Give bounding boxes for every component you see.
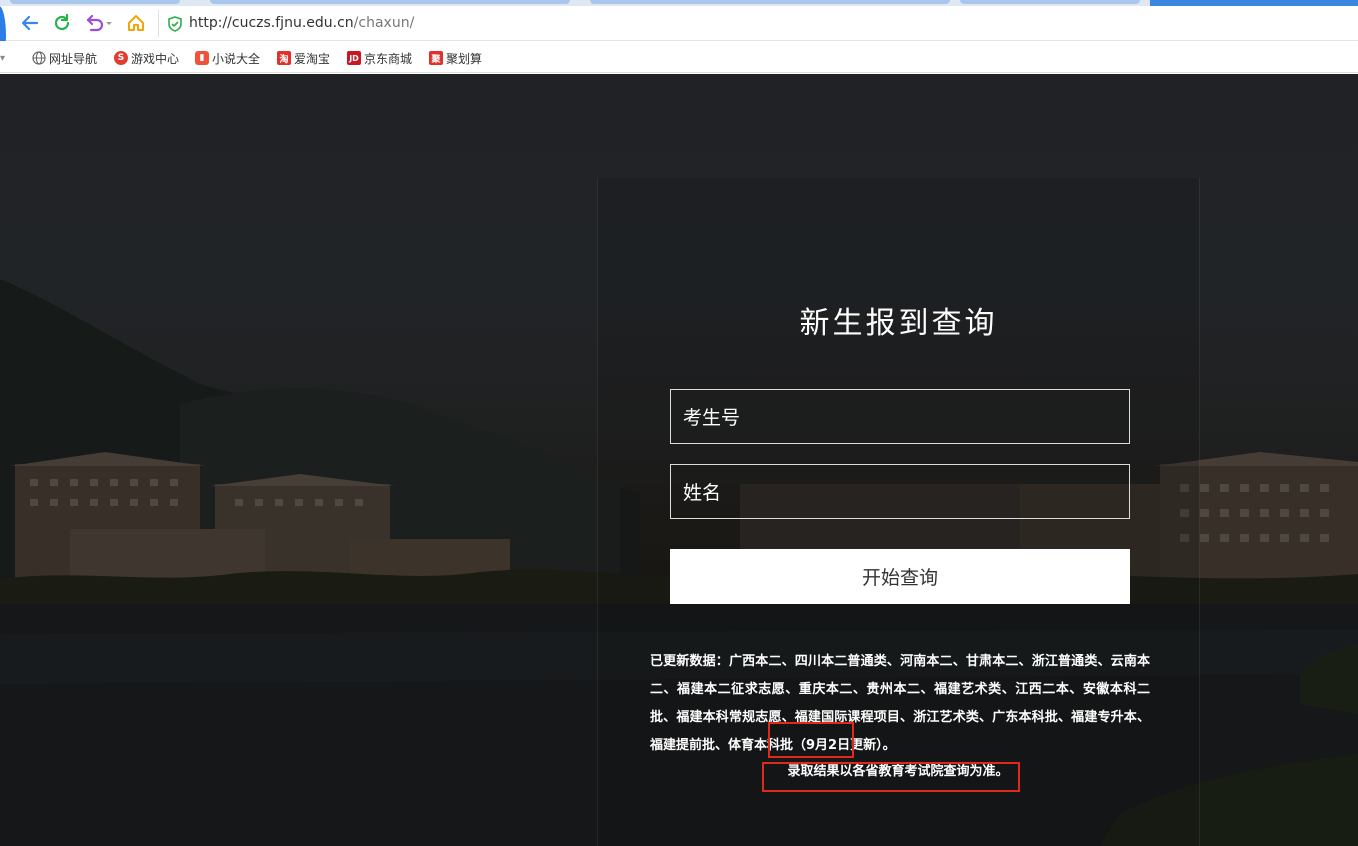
bookmark-label: 聚划算 bbox=[446, 51, 483, 66]
url-host: http://cuczs.fjnu.edu.cn bbox=[189, 15, 354, 31]
url-path: /chaxun/ bbox=[353, 15, 415, 31]
refresh-icon bbox=[54, 13, 70, 31]
annotation-box bbox=[762, 762, 1020, 792]
home-icon bbox=[128, 15, 144, 31]
address-bar[interactable]: http://cuczs.fjnu.edu.cn/chaxun/ bbox=[158, 10, 1358, 37]
start-query-button[interactable]: 开始查询 bbox=[670, 549, 1130, 604]
page-title: 新生报到查询 bbox=[799, 306, 998, 341]
home-button[interactable] bbox=[124, 11, 148, 35]
page-background: 新生报到查询 考生号 姓名 开始查询 已更新数据：广西本二、四川本二普通类、河南… bbox=[0, 74, 1358, 846]
browser-tab[interactable] bbox=[210, 0, 570, 4]
jd-icon: JD bbox=[347, 51, 361, 65]
bookmark-label: 游戏中心 bbox=[131, 51, 180, 66]
refresh-button[interactable] bbox=[50, 11, 74, 35]
bookmark-label: 网址导航 bbox=[49, 51, 98, 66]
browser-tab[interactable] bbox=[960, 0, 1140, 4]
back-button[interactable] bbox=[18, 11, 42, 35]
back-arrow-icon bbox=[21, 15, 39, 31]
name-input[interactable]: 姓名 bbox=[670, 464, 1130, 519]
bookmark-label: 小说大全 bbox=[212, 51, 261, 66]
bookmarks-bar: ▾ 网址导航 S 游戏中心 ▮ 小说大全 淘 爱淘宝 JD 京东商城 聚 聚划算 bbox=[0, 41, 1358, 73]
shield-icon bbox=[168, 16, 182, 32]
bookmark-item[interactable]: ▮ 小说大全 bbox=[195, 49, 260, 67]
bookmark-item[interactable]: JD 京东商城 bbox=[347, 49, 412, 67]
bookmark-item[interactable]: 淘 爱淘宝 bbox=[277, 49, 330, 67]
browser-toolbar: http://cuczs.fjnu.edu.cn/chaxun/ bbox=[0, 6, 1358, 66]
juhuasuan-icon: 聚 bbox=[429, 51, 443, 65]
undo-close-button[interactable] bbox=[83, 11, 115, 35]
bookmark-item[interactable]: 网址导航 bbox=[32, 49, 97, 67]
annotation-box bbox=[768, 722, 854, 758]
update-notice: 已更新数据：广西本二、四川本二普通类、河南本二、甘肃本二、浙江普通类、云南本二、… bbox=[650, 648, 1150, 760]
notice-highlight-text: 福建专升本 bbox=[1071, 710, 1137, 725]
globe-icon bbox=[32, 51, 46, 65]
book-icon: ▮ bbox=[195, 51, 209, 65]
undo-icon bbox=[86, 14, 112, 32]
game-icon: S bbox=[114, 51, 128, 65]
browser-tab[interactable] bbox=[590, 0, 950, 4]
bookmark-label: 爱淘宝 bbox=[294, 51, 331, 66]
bookmarks-menu-button[interactable]: ▾ bbox=[0, 49, 5, 67]
query-panel: 新生报到查询 考生号 姓名 开始查询 已更新数据：广西本二、四川本二普通类、河南… bbox=[597, 178, 1200, 846]
taobao-icon: 淘 bbox=[277, 51, 291, 65]
bookmark-item[interactable]: 聚 聚划算 bbox=[429, 49, 482, 67]
bookmark-item[interactable]: S 游戏中心 bbox=[114, 49, 179, 67]
browser-tab[interactable] bbox=[10, 0, 180, 4]
exam-number-input[interactable]: 考生号 bbox=[670, 389, 1130, 444]
url-text[interactable]: http://cuczs.fjnu.edu.cn/chaxun/ bbox=[189, 15, 414, 31]
bookmark-label: 京东商城 bbox=[364, 51, 413, 66]
